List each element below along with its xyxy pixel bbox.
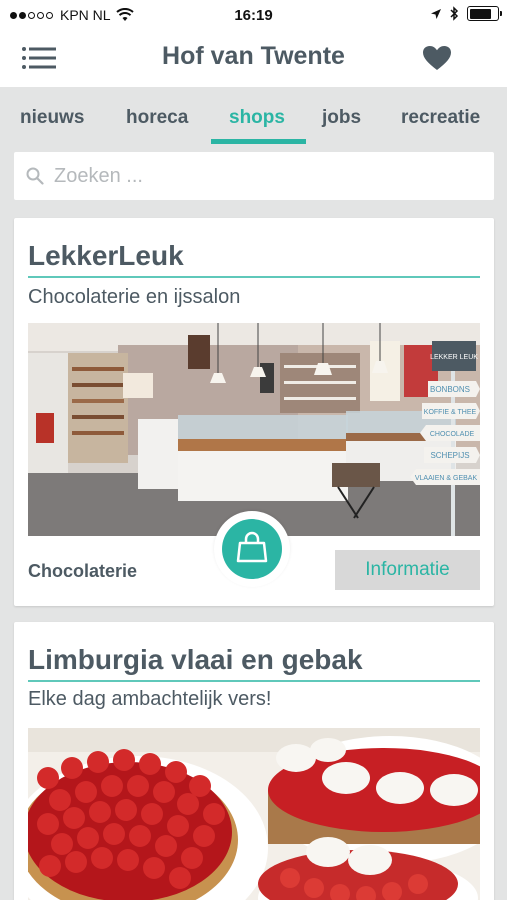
bluetooth-icon [450,6,459,21]
photo-logo-text: LEKKER LEUK [430,354,478,361]
tab-horeca[interactable]: horeca [126,107,188,129]
location-arrow-icon [431,8,441,19]
search-bar [14,152,494,200]
shopping-bag-icon [236,531,268,563]
title-divider [28,276,480,278]
sign-schepijs: SCHEPIJS [430,451,469,460]
battery-icon [467,6,502,21]
search-icon [26,167,44,185]
title-divider [28,680,480,682]
active-tab-indicator [211,139,306,144]
tab-jobs[interactable]: jobs [322,107,361,129]
shop-photo[interactable]: LEKKER LEUK BONBONS KOFFIE & THEE CHOCOL… [28,323,480,536]
sign-chocolade: CHOCOLADE [430,431,475,438]
search-input[interactable] [54,162,474,190]
sign-bonbons: BONBONS [430,385,470,394]
information-button[interactable]: Informatie [335,550,480,590]
cakes-illustration [28,728,480,900]
sign-koffie-thee: KOFFIE & THEE [424,409,477,416]
status-right [430,6,502,21]
category-tabs: nieuws horeca shops jobs recreatie [0,87,507,147]
shop-title: Limburgia vlaai en gebak [28,644,363,675]
tab-nieuws[interactable]: nieuws [20,107,84,129]
sign-vlaaien-gebak: VLAAIEN & GEBAK [415,475,478,482]
shop-card[interactable]: Limburgia vlaai en gebak Elke dag ambach… [14,622,494,900]
shop-category-badge [214,511,290,587]
status-bar: KPN NL 16:19 [0,0,507,32]
tab-shops[interactable]: shops [229,107,285,129]
shop-interior-illustration: LEKKER LEUK BONBONS KOFFIE & THEE CHOCOL… [28,323,480,536]
shop-card[interactable]: LekkerLeuk Chocolaterie en ijssalon LEKK… [14,218,494,606]
favorites-button[interactable] [422,45,452,71]
shop-category-label: Chocolaterie [28,561,138,581]
heart-icon [423,46,451,70]
tab-recreatie[interactable]: recreatie [401,107,480,129]
shop-subtitle: Elke dag ambachtelijk vers! [28,688,272,710]
app-header: Hof van Twente [0,32,507,87]
shop-subtitle: Chocolaterie en ijssalon [28,286,241,308]
shop-title: LekkerLeuk [28,240,184,271]
shop-photo[interactable] [28,728,480,900]
